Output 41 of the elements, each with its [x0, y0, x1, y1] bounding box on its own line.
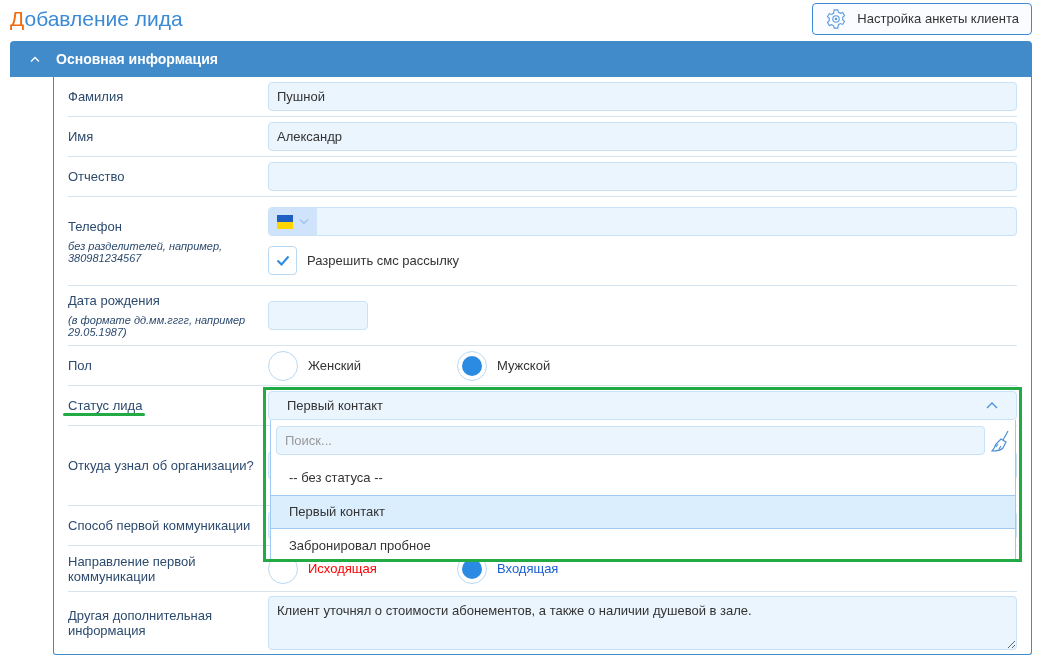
- radio-button[interactable]: [268, 350, 298, 381]
- field-label: Телефон: [68, 218, 122, 234]
- settings-icon: [825, 8, 848, 30]
- field-label: Способ первой коммуникации: [68, 518, 251, 533]
- radio-label: Исходящая: [308, 559, 377, 578]
- checkbox[interactable]: [268, 246, 297, 275]
- field-hint: без разделителей, например, 380981234567: [68, 239, 224, 264]
- field-label: Пол: [68, 358, 92, 373]
- phone-field[interactable]: [268, 207, 1017, 236]
- radio-label: Входящая: [497, 559, 559, 578]
- section-header[interactable]: Основная информация: [10, 41, 1032, 77]
- field-hint: (в формате дд.мм.гггг, например 29.05.1987): [68, 314, 247, 338]
- search-field[interactable]: Поиск...: [276, 426, 985, 455]
- textarea-field[interactable]: Клиент уточнял о стоимости абонементов, а также о наличии душевой в зале.: [268, 596, 1017, 650]
- flag-icon: [277, 214, 293, 229]
- broom-icon[interactable]: [991, 429, 1011, 452]
- field-label: Другая дополнительная информация: [68, 608, 213, 638]
- page-title: Добавление лида: [10, 6, 183, 33]
- check-icon: [275, 255, 290, 266]
- radio-label: Мужской: [497, 356, 551, 375]
- text-field[interactable]: Пушной: [268, 82, 1017, 111]
- select-field[interactable]: Первый контакт: [268, 391, 1017, 420]
- field-label: Статус лида: [68, 398, 143, 413]
- settings-button[interactable]: Настройка анкеты клиента: [812, 3, 1032, 35]
- field-label: Дата рождения: [68, 293, 160, 308]
- chevron-icon: [30, 56, 40, 62]
- field-label: Отчество: [68, 169, 125, 184]
- radio-button[interactable]: [457, 350, 487, 381]
- field-label: Откуда узнал об организации?: [68, 458, 254, 473]
- text-field[interactable]: [268, 162, 1017, 191]
- section-title: Основная информация: [56, 49, 218, 69]
- field-label: Направление первой коммуникации: [68, 553, 197, 584]
- dropdown-option[interactable]: Первый контакт: [271, 495, 1015, 529]
- date-field[interactable]: [268, 301, 368, 330]
- text-field[interactable]: Александр: [268, 122, 1017, 151]
- field-label: Фамилия: [68, 89, 124, 104]
- checkbox-label: Разрешить смс рассылку: [307, 251, 460, 270]
- caret-icon: [299, 218, 309, 225]
- chevron-icon: [986, 402, 998, 409]
- radio-label: Женский: [308, 356, 361, 375]
- field-label: Имя: [68, 129, 94, 144]
